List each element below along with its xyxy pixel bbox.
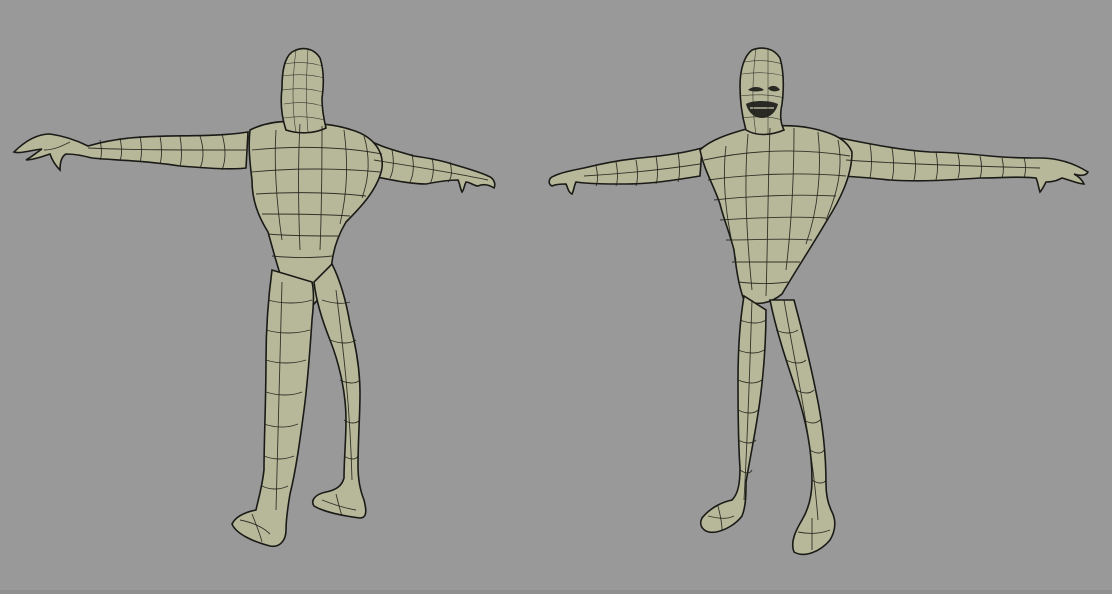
character-mesh-front-view[interactable]	[0, 0, 1112, 594]
front-figure-body	[548, 47, 1090, 556]
viewport-bottom-edge	[0, 590, 1112, 594]
3d-viewport[interactable]	[0, 0, 1112, 594]
